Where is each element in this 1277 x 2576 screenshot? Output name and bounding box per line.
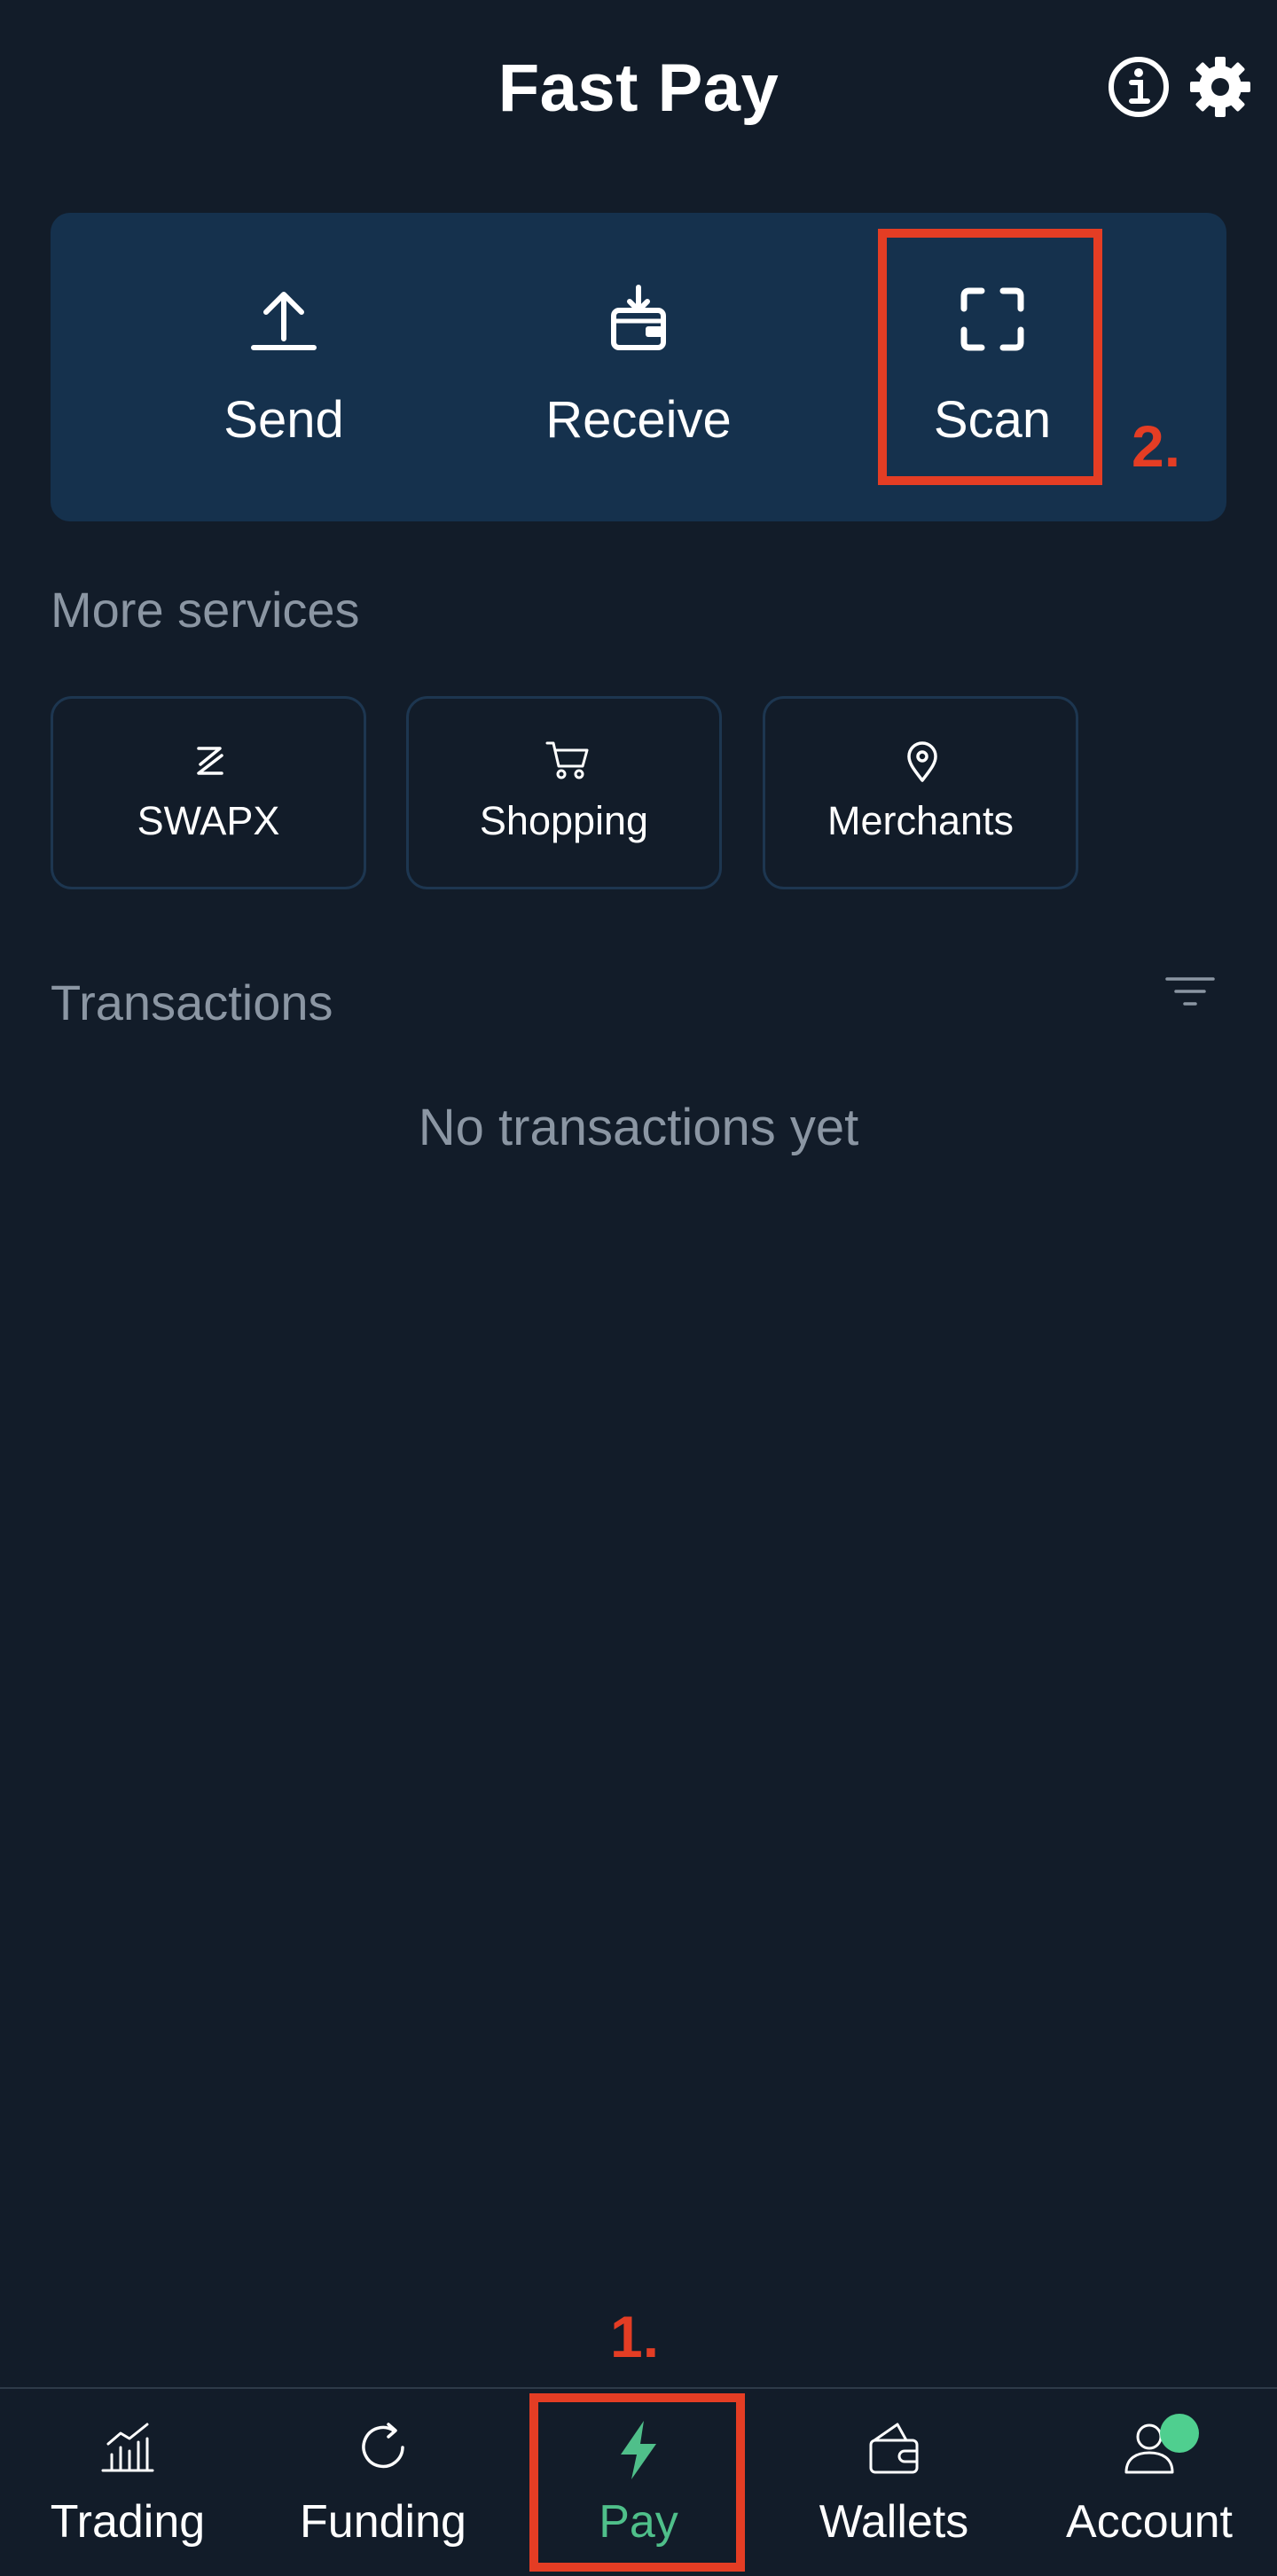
- receive-button[interactable]: Receive: [505, 213, 772, 521]
- send-button[interactable]: Send: [151, 213, 417, 521]
- annotation-box-scan: [878, 229, 1102, 485]
- notification-badge: [1160, 2414, 1199, 2453]
- nav-label: Funding: [300, 2496, 466, 2548]
- chart-icon: [101, 2423, 154, 2472]
- nav-label: Account: [1066, 2496, 1233, 2548]
- page-title: Fast Pay: [497, 51, 780, 126]
- nav-item-trading[interactable]: Trading: [0, 2389, 255, 2576]
- upload-icon: [251, 292, 317, 350]
- nav-label: Wallets: [819, 2496, 969, 2548]
- service-swapx[interactable]: SWAPX: [51, 696, 366, 889]
- info-icon[interactable]: [1107, 55, 1171, 119]
- more-services-heading: More services: [51, 582, 360, 638]
- receive-wallet-icon: [611, 285, 666, 350]
- transactions-heading: Transactions: [51, 975, 333, 1030]
- gear-icon[interactable]: [1188, 55, 1252, 119]
- header: Fast Pay: [0, 0, 1277, 177]
- receive-label: Receive: [545, 391, 732, 449]
- service-merchants[interactable]: Merchants: [763, 696, 1078, 889]
- service-label: Merchants: [827, 798, 1015, 843]
- location-pin-icon: [907, 741, 937, 782]
- nav-item-account[interactable]: Account: [1022, 2389, 1277, 2576]
- send-label: Send: [223, 391, 344, 449]
- annotation-number-1: 1.: [610, 2304, 660, 2369]
- annotation-number-2: 2.: [1132, 413, 1181, 479]
- filter-icon[interactable]: [1163, 974, 1217, 1009]
- wallet-icon: [869, 2423, 919, 2474]
- service-shopping[interactable]: Shopping: [406, 696, 722, 889]
- nav-item-funding[interactable]: Funding: [255, 2389, 511, 2576]
- cart-icon: [545, 741, 589, 779]
- service-label: Shopping: [479, 798, 649, 843]
- nav-label: Trading: [50, 2496, 206, 2548]
- annotation-box-pay: [529, 2393, 745, 2572]
- service-label: SWAPX: [137, 798, 280, 843]
- swap-logo-icon: [197, 747, 223, 775]
- nav-item-wallets[interactable]: Wallets: [766, 2389, 1022, 2576]
- empty-transactions-message: No transactions yet: [418, 1099, 859, 1156]
- refresh-icon: [362, 2423, 404, 2469]
